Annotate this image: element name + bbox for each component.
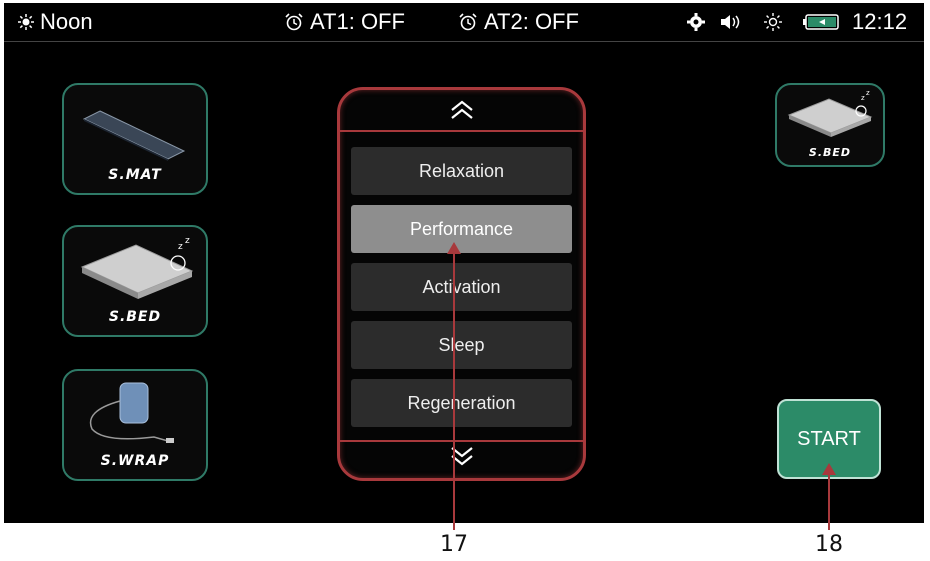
alarm2-indicator[interactable]: AT2: OFF <box>458 9 579 35</box>
menu-divider <box>340 440 583 442</box>
menu-item-label: Relaxation <box>418 160 505 181</box>
volume-button[interactable] <box>720 13 744 31</box>
callout-arrowhead <box>447 242 461 254</box>
alarm1-label: AT1: OFF <box>310 9 405 34</box>
sun-icon <box>18 14 34 30</box>
callout-number-start: 18 <box>815 532 843 557</box>
device-tile-s-wrap[interactable]: S.WRAP <box>62 369 208 481</box>
device-label: S.MAT <box>108 167 162 183</box>
alarm-clock-icon <box>284 12 304 32</box>
device-screen: Noon AT1: OFF AT2: OFF 12:12 S.MAT z z S… <box>4 3 924 523</box>
callout-line-start <box>828 470 830 530</box>
brightness-icon <box>764 13 782 31</box>
svg-text:z: z <box>866 89 870 97</box>
alarm1-indicator[interactable]: AT1: OFF <box>284 9 405 35</box>
device-tile-s-mat[interactable]: S.MAT <box>62 83 208 195</box>
device-label: S.BED <box>108 309 162 325</box>
svg-text:z: z <box>185 236 190 246</box>
mode-label: Noon <box>40 9 93 34</box>
scroll-up-button[interactable] <box>340 98 583 126</box>
clock: 12:12 <box>852 9 907 35</box>
start-button-label: START <box>797 427 861 450</box>
brightness-button[interactable] <box>764 13 782 31</box>
menu-item-label: Sleep <box>438 334 485 355</box>
device-tile-s-bed[interactable]: z z S.BED <box>62 225 208 337</box>
double-chevron-up-icon <box>450 100 473 119</box>
device-label: S.BED <box>808 146 852 159</box>
menu-divider <box>340 130 583 132</box>
alarm2-label: AT2: OFF <box>484 9 579 34</box>
mode-indicator[interactable]: Noon <box>18 9 93 35</box>
menu-item-label: Regeneration <box>407 392 516 413</box>
time-label: 12:12 <box>852 9 908 34</box>
double-chevron-down-icon <box>450 447 473 466</box>
callout-arrowhead <box>822 463 836 475</box>
device-tile-s-bed-right[interactable]: z z S.BED <box>775 83 885 167</box>
menu-item-activation[interactable]: Activation <box>351 263 572 311</box>
svg-text:z: z <box>861 94 865 102</box>
callout-line-menu <box>453 248 455 530</box>
battery-indicator <box>803 14 839 30</box>
settings-icon <box>687 13 705 31</box>
volume-icon <box>720 13 744 31</box>
menu-item-sleep[interactable]: Sleep <box>351 321 572 369</box>
settings-button[interactable] <box>687 13 705 31</box>
scroll-down-button[interactable] <box>340 444 583 472</box>
callout-number-menu: 17 <box>440 532 468 557</box>
device-label: S.WRAP <box>100 453 170 469</box>
menu-item-label: Performance <box>409 218 514 239</box>
menu-item-relaxation[interactable]: Relaxation <box>351 147 572 195</box>
battery-icon <box>803 14 839 30</box>
program-menu: Relaxation Performance Activation Sleep … <box>337 87 586 481</box>
status-bar: Noon AT1: OFF AT2: OFF 12:12 <box>4 3 924 42</box>
menu-item-label: Activation <box>422 276 501 297</box>
alarm-clock-icon <box>458 12 478 32</box>
menu-item-regeneration[interactable]: Regeneration <box>351 379 572 427</box>
svg-text:z: z <box>178 242 183 252</box>
